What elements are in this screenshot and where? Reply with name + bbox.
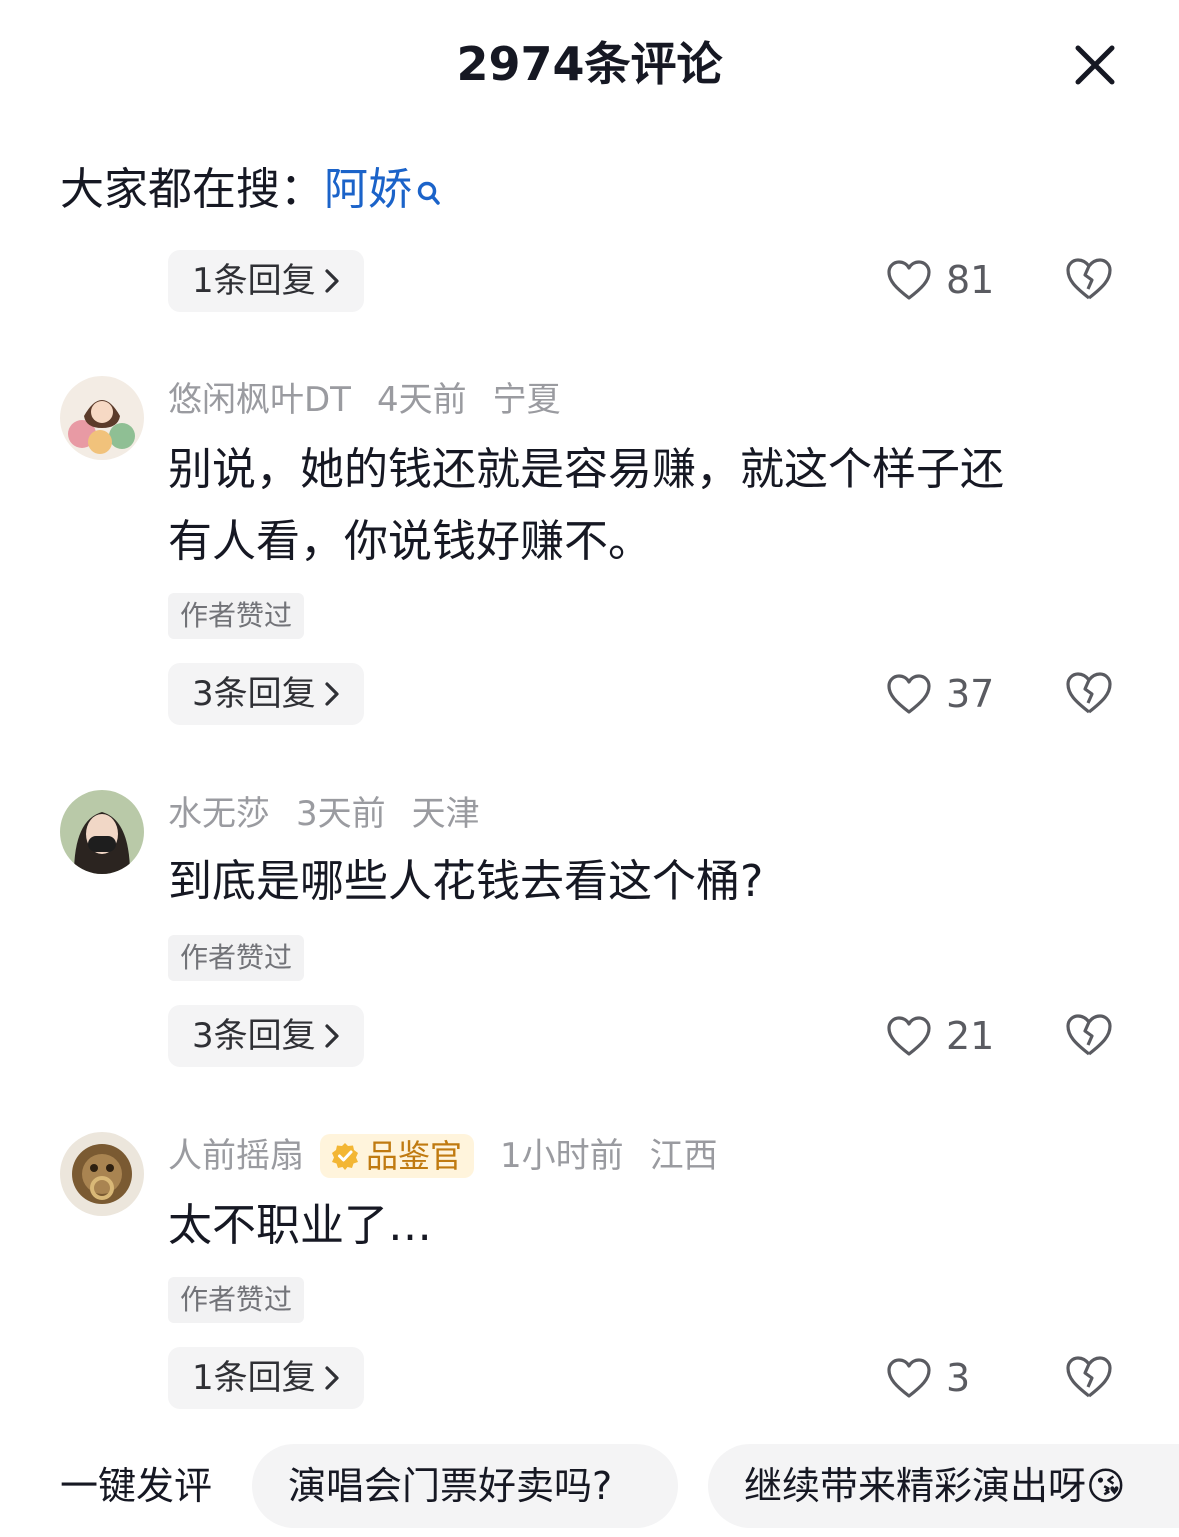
dislike-button[interactable]	[1064, 670, 1114, 720]
quick-reply-chip[interactable]: 演唱会门票好卖吗?	[252, 1444, 678, 1528]
broken-heart-icon	[1066, 1356, 1112, 1398]
quick-reply-label: 一键发评	[60, 1464, 213, 1508]
trending-search-term[interactable]: 阿娇	[324, 164, 412, 215]
comment-meta: 水无莎 3天前 天津	[168, 792, 506, 836]
like-count: 3	[946, 1356, 971, 1400]
trending-search: 大家都在搜：阿娇	[60, 158, 442, 228]
avatar-image	[60, 790, 144, 874]
comment-text: 太不职业了…	[168, 1190, 1098, 1262]
comment-text-line: 有人看，你说钱好赚不。	[168, 516, 652, 567]
view-replies-button[interactable]: 1条回复	[168, 1347, 364, 1409]
avatar-image	[60, 376, 144, 460]
broken-heart-icon	[1066, 1014, 1112, 1056]
like-count: 37	[946, 672, 995, 716]
username[interactable]: 人前摇扇	[168, 1136, 304, 1176]
replies-count: 3条回复	[192, 674, 316, 714]
comment-time: 4天前	[376, 380, 467, 420]
comment-location: 宁夏	[492, 380, 561, 420]
heart-icon	[887, 1016, 931, 1056]
comment-location: 江西	[649, 1136, 718, 1176]
close-icon	[1075, 45, 1115, 85]
close-button[interactable]	[1066, 36, 1124, 94]
broken-heart-icon	[1066, 672, 1112, 714]
dislike-button[interactable]	[1064, 1012, 1114, 1062]
comment-text: 到底是哪些人花钱去看这个桶?	[168, 846, 1098, 918]
view-replies-button[interactable]: 3条回复	[168, 1005, 364, 1067]
view-replies-button[interactable]: 1条回复	[168, 250, 364, 312]
like-button[interactable]: 37	[886, 664, 994, 724]
comment-time: 3天前	[296, 794, 386, 834]
username[interactable]: 水无莎	[168, 794, 270, 834]
heart-icon	[887, 260, 931, 300]
avatar-image	[60, 1132, 144, 1216]
avatar[interactable]	[60, 790, 144, 874]
page-title: 2974条评论	[456, 37, 723, 91]
chevron-right-icon	[324, 1007, 340, 1069]
like-count: 81	[946, 258, 995, 302]
avatar[interactable]	[60, 1132, 144, 1216]
verified-badge-icon	[332, 1143, 358, 1170]
heart-icon	[887, 1358, 931, 1398]
comment-meta: 悠闲枫叶DT 4天前 宁夏	[168, 378, 587, 422]
comment-text-line: 太不职业了…	[168, 1200, 432, 1251]
heart-icon	[887, 674, 931, 714]
chevron-right-icon	[324, 665, 340, 727]
comment-location: 天津	[411, 794, 480, 834]
replies-count: 3条回复	[192, 1016, 316, 1056]
like-count: 21	[946, 1014, 995, 1058]
comment-text-line: 到底是哪些人花钱去看这个桶?	[168, 856, 764, 907]
view-replies-button[interactable]: 3条回复	[168, 663, 364, 725]
comment-text-line: 别说，她的钱还就是容易赚，就这个样子还	[168, 444, 1004, 495]
comment-meta: 人前摇扇 品鉴官 1小时前 江西	[168, 1134, 744, 1178]
dislike-button[interactable]	[1064, 1354, 1114, 1404]
like-button[interactable]: 81	[886, 250, 994, 310]
search-icon	[416, 164, 442, 228]
chevron-right-icon	[324, 252, 340, 314]
author-liked-tag: 作者赞过	[168, 935, 305, 981]
like-button[interactable]: 3	[886, 1348, 970, 1408]
username[interactable]: 悠闲枫叶DT	[168, 380, 351, 420]
quick-reply-chip[interactable]: 继续带来精彩演出呀😘	[708, 1444, 1179, 1528]
author-liked-tag: 作者赞过	[168, 593, 305, 639]
reviewer-badge: 品鉴官	[320, 1134, 475, 1178]
like-button[interactable]: 21	[886, 1006, 994, 1066]
dislike-button[interactable]	[1064, 256, 1114, 306]
avatar[interactable]	[60, 376, 144, 460]
trending-search-prefix: 大家都在搜：	[60, 164, 324, 215]
badge-label: 品鉴官	[366, 1137, 463, 1175]
comment-time: 1小时前	[500, 1136, 624, 1176]
trending-search-link[interactable]: 阿娇	[324, 164, 442, 215]
chevron-right-icon	[324, 1349, 340, 1411]
author-liked-tag: 作者赞过	[168, 1277, 305, 1323]
broken-heart-icon	[1066, 258, 1112, 300]
comment-text: 别说，她的钱还就是容易赚，就这个样子还 有人看，你说钱好赚不。	[168, 434, 1098, 578]
replies-count: 1条回复	[192, 261, 316, 301]
replies-count: 1条回复	[192, 1358, 316, 1398]
